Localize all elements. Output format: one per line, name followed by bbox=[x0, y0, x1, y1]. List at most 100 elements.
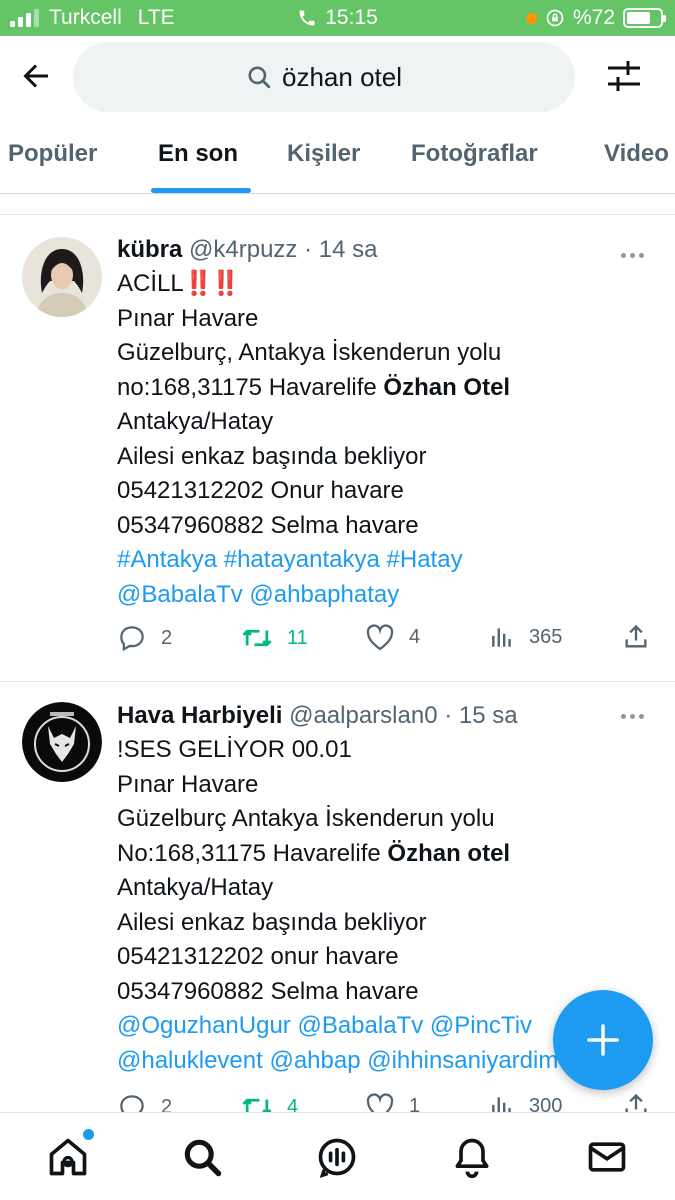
notification-dot bbox=[83, 1129, 94, 1140]
author-handle: @aalparslan0 bbox=[289, 702, 438, 729]
tweet-line: Güzelburç, Antakya İskenderun yolu bbox=[117, 339, 502, 366]
author-name[interactable]: Hava Harbiyeli bbox=[117, 702, 282, 729]
nav-search[interactable] bbox=[180, 1135, 224, 1179]
tweet[interactable]: kübra @k4rpuzz · 14 sa ACİLL‼️‼️ Pınar H… bbox=[0, 215, 675, 681]
spaces-icon bbox=[318, 1138, 356, 1178]
views-button[interactable]: 300 bbox=[489, 1092, 562, 1112]
back-button[interactable] bbox=[18, 58, 54, 94]
filter-button[interactable] bbox=[604, 56, 644, 96]
retweet-button[interactable]: 4 bbox=[241, 1092, 298, 1112]
like-button[interactable]: 1 bbox=[365, 1092, 420, 1112]
reply-count: 2 bbox=[161, 626, 173, 649]
battery-percent: %72 bbox=[572, 6, 615, 29]
tweet-line: !SES GELİYOR 00.01 bbox=[117, 736, 352, 763]
retweet-icon bbox=[242, 1098, 272, 1112]
tab-people[interactable]: Kişiler bbox=[287, 140, 360, 168]
tweet-header: Hava Harbiyeli @aalparslan0 · 15 sa bbox=[117, 699, 655, 733]
plus-icon bbox=[587, 1024, 619, 1056]
active-tab-indicator bbox=[151, 188, 251, 193]
status-right: %72 bbox=[525, 6, 666, 30]
rotation-lock-icon bbox=[546, 9, 564, 27]
tweet-line: Antakya/Hatay bbox=[117, 874, 274, 901]
nav-spaces[interactable] bbox=[315, 1135, 359, 1179]
avatar-image bbox=[22, 237, 102, 317]
retweet-count: 11 bbox=[287, 626, 308, 649]
tab-latest[interactable]: En son bbox=[158, 140, 238, 168]
nav-home[interactable] bbox=[46, 1129, 94, 1179]
bell-icon bbox=[455, 1138, 489, 1179]
status-bar: Turkcell LTE 15:15 %72 bbox=[0, 0, 675, 36]
tweet-actions: 2 4 1 300 bbox=[117, 1092, 657, 1112]
search-icon bbox=[184, 1139, 222, 1177]
tweet-actions: 2 11 4 365 bbox=[117, 623, 657, 663]
avatar[interactable] bbox=[22, 237, 102, 317]
search-header: özhan otel bbox=[0, 36, 675, 116]
avatar-image bbox=[22, 702, 102, 782]
author-handle: @k4rpuzz bbox=[189, 236, 298, 263]
reply-count: 2 bbox=[161, 1095, 173, 1113]
author-name[interactable]: kübra bbox=[117, 236, 182, 263]
compose-tweet-button[interactable] bbox=[553, 990, 653, 1090]
search-match: Özhan otel bbox=[387, 839, 511, 867]
tweet-line: 05421312202 onur havare bbox=[117, 943, 399, 970]
share-icon bbox=[625, 1093, 647, 1112]
tab-videos[interactable]: Video bbox=[604, 140, 669, 168]
double-exclamation-emoji: ‼️‼️ bbox=[183, 270, 241, 297]
tweet-text: ACİLL bbox=[117, 270, 184, 297]
views-button[interactable]: 365 bbox=[489, 623, 562, 651]
tweet-line: 05347960882 Selma havare bbox=[117, 511, 419, 539]
hashtag-links[interactable]: #Antakya #hatayantakya #Hatay bbox=[117, 543, 655, 578]
home-icon bbox=[49, 1138, 87, 1176]
search-icon bbox=[248, 66, 271, 89]
like-count: 4 bbox=[409, 625, 421, 648]
tweet-line: Pınar Havare bbox=[117, 770, 259, 798]
search-tabs: Popüler En son Kişiler Fotoğraflar Video bbox=[0, 124, 675, 194]
tweet-content: kübra @k4rpuzz · 14 sa ACİLL‼️‼️ Pınar H… bbox=[117, 233, 655, 612]
tweet-text: no:168,31175 Havarelife bbox=[117, 373, 384, 401]
reply-icon bbox=[120, 626, 144, 652]
analytics-icon bbox=[492, 628, 511, 647]
bottom-navigation bbox=[0, 1112, 675, 1200]
retweet-button[interactable]: 11 bbox=[241, 623, 308, 653]
privacy-dot-icon bbox=[525, 12, 537, 24]
tweet-line: 05421312202 Onur havare bbox=[117, 477, 404, 504]
view-count: 365 bbox=[529, 625, 563, 648]
tab-popular[interactable]: Popüler bbox=[8, 140, 97, 168]
like-button[interactable]: 4 bbox=[365, 623, 420, 651]
tweet-line: Ailesi enkaz başında bekliyor bbox=[117, 908, 427, 936]
share-button[interactable] bbox=[622, 1092, 650, 1112]
reply-button[interactable]: 2 bbox=[117, 623, 172, 653]
nav-notifications[interactable] bbox=[450, 1135, 494, 1179]
clock: 15:15 bbox=[325, 6, 378, 29]
search-input[interactable]: özhan otel bbox=[73, 42, 575, 112]
share-icon bbox=[625, 624, 647, 648]
heart-icon bbox=[366, 1093, 394, 1112]
nav-messages[interactable] bbox=[585, 1135, 629, 1179]
share-button[interactable] bbox=[622, 623, 650, 651]
tweet-line: ACİLL‼️‼️ bbox=[117, 267, 655, 302]
battery-icon bbox=[623, 8, 666, 28]
reply-icon bbox=[120, 1095, 144, 1112]
tweet-line: Pınar Havare bbox=[117, 304, 259, 332]
sliders-icon bbox=[608, 61, 640, 91]
tweet-line: No:168,31175 Havarelife Özhan otel bbox=[117, 837, 655, 872]
tweet-line: no:168,31175 Havarelife Özhan Otel bbox=[117, 371, 655, 406]
phone-icon bbox=[299, 10, 315, 26]
tweet-line: Ailesi enkaz başında bekliyor bbox=[117, 442, 427, 470]
arrow-left-icon bbox=[23, 64, 48, 88]
tweet-header: kübra @k4rpuzz · 14 sa bbox=[117, 233, 655, 267]
search-query: özhan otel bbox=[282, 61, 402, 92]
tweet-time: · 14 sa bbox=[304, 236, 378, 263]
mail-icon bbox=[588, 1142, 626, 1172]
retweet-icon bbox=[242, 629, 272, 647]
view-count: 300 bbox=[529, 1094, 563, 1113]
tab-photos[interactable]: Fotoğraflar bbox=[411, 140, 538, 168]
like-count: 1 bbox=[409, 1094, 421, 1113]
mention-links[interactable]: @BabalaTv @ahbaphatay bbox=[117, 578, 655, 613]
tweet-line: Güzelburç Antakya İskenderun yolu bbox=[117, 805, 495, 832]
search-match: Özhan Otel bbox=[383, 373, 511, 401]
reply-button[interactable]: 2 bbox=[117, 1092, 172, 1112]
tweet-text: No:168,31175 Havarelife bbox=[117, 839, 388, 867]
retweet-count: 4 bbox=[287, 1095, 299, 1113]
avatar[interactable] bbox=[22, 702, 102, 782]
